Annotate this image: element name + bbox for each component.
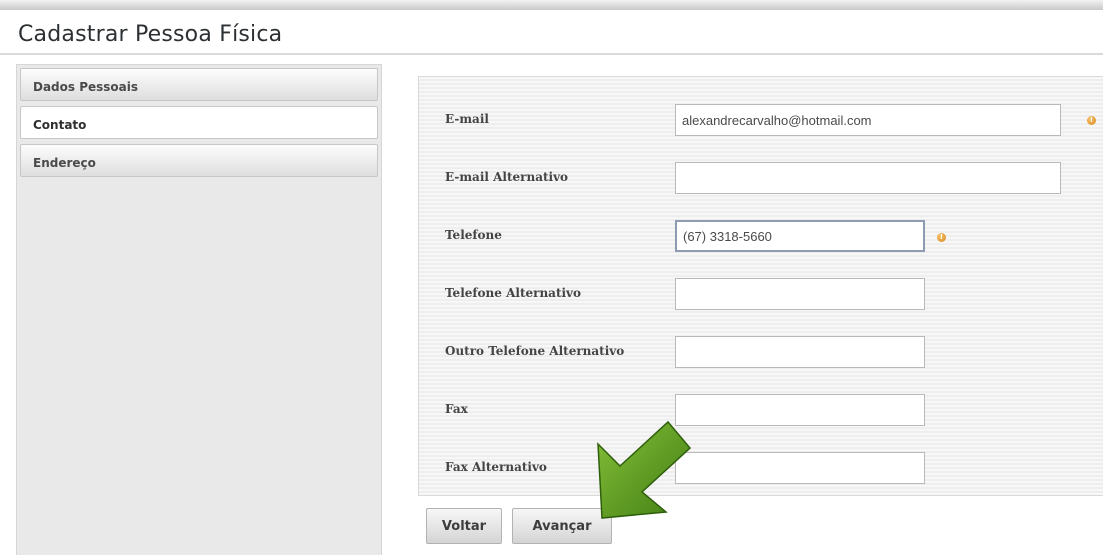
sidebar: Dados Pessoais Contato Endereço <box>16 64 382 555</box>
back-button[interactable]: Voltar <box>426 508 502 544</box>
email-alt-row: E-mail Alternativo <box>419 148 1103 206</box>
email-label: E-mail <box>445 112 489 126</box>
telefone-label: Telefone <box>445 228 502 242</box>
telefone-field[interactable] <box>675 220 925 252</box>
sidebar-item-contato[interactable]: Contato <box>20 106 378 139</box>
email-row: E-mail ! <box>419 90 1103 148</box>
fax-field[interactable] <box>675 394 925 426</box>
top-rule <box>0 0 1103 10</box>
title-divider <box>0 53 1103 55</box>
fax-label: Fax <box>445 402 468 416</box>
fax-row: Fax <box>419 380 1103 438</box>
sidebar-item-endereco[interactable]: Endereço <box>20 144 378 177</box>
outro-telefone-label: Outro Telefone Alternativo <box>445 344 625 358</box>
fax-alt-row: Fax Alternativo <box>419 438 1103 496</box>
contact-form: E-mail ! E-mail Alternativo Telefone ! T… <box>418 76 1103 496</box>
telefone-alt-row: Telefone Alternativo <box>419 264 1103 322</box>
fax-alt-label: Fax Alternativo <box>445 460 547 474</box>
outro-telefone-row: Outro Telefone Alternativo <box>419 322 1103 380</box>
telefone-row: Telefone ! <box>419 206 1103 264</box>
page-title: Cadastrar Pessoa Física <box>18 22 283 47</box>
email-alt-label: E-mail Alternativo <box>445 170 569 184</box>
email-field[interactable] <box>675 104 1061 136</box>
warning-icon: ! <box>1087 116 1096 125</box>
outro-telefone-field[interactable] <box>675 336 925 368</box>
email-alt-field[interactable] <box>675 162 1061 194</box>
telefone-alt-field[interactable] <box>675 278 925 310</box>
arrow-pointer-icon <box>597 420 692 519</box>
telefone-alt-label: Telefone Alternativo <box>445 286 582 300</box>
sidebar-item-dados-pessoais[interactable]: Dados Pessoais <box>20 68 378 101</box>
warning-icon: ! <box>937 233 946 242</box>
fax-alt-field[interactable] <box>675 452 925 484</box>
